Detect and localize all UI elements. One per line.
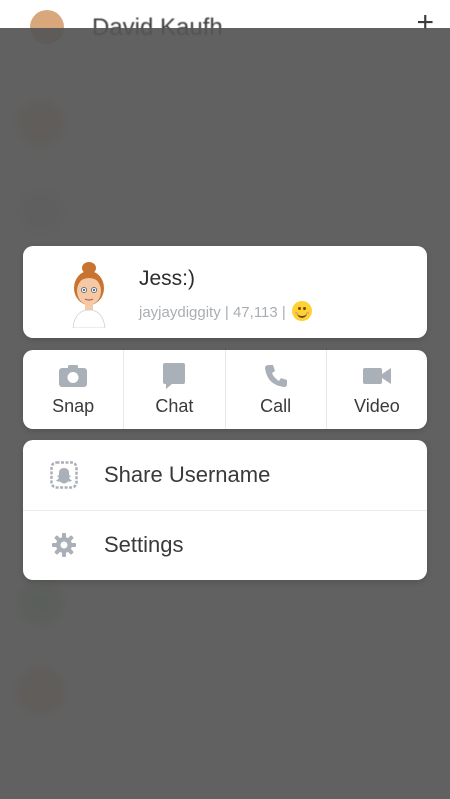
meta-separator: | (281, 304, 286, 321)
profile-meta: jayjaydiggity | 47,113 | (139, 301, 312, 321)
snap-button[interactable]: Snap (23, 350, 125, 429)
call-label: Call (260, 396, 292, 416)
profile-username: jayjaydiggity (139, 304, 221, 321)
bitmoji-avatar (72, 262, 106, 328)
snapcode-icon (49, 460, 79, 490)
actions-card: Snap Chat Call Video (23, 350, 427, 429)
snap-label: Snap (52, 396, 95, 416)
video-camera-icon (362, 362, 392, 390)
video-label: Video (354, 396, 400, 416)
settings-label: Settings (104, 532, 184, 557)
chat-bubble-icon (159, 362, 189, 390)
smiling-face-icon (291, 301, 312, 321)
share-username-button[interactable]: Share Username (23, 440, 427, 511)
chat-button[interactable]: Chat (124, 350, 226, 429)
phone-icon (261, 362, 291, 390)
settings-button[interactable]: Settings (23, 510, 427, 580)
profile-card[interactable]: Jess:) jayjaydiggity | 47,113 | (23, 246, 427, 338)
call-button[interactable]: Call (226, 350, 327, 429)
snap-score: 47,113 (232, 304, 278, 321)
video-button[interactable]: Video (327, 350, 427, 429)
menu-card: Share Username Settings (23, 440, 427, 580)
profile-display-name: Jess:) (139, 267, 196, 290)
share-username-label: Share Username (104, 462, 271, 487)
chat-label: Chat (155, 396, 194, 416)
camera-icon (58, 362, 88, 390)
gear-icon (49, 530, 79, 560)
meta-separator: | (224, 304, 229, 321)
